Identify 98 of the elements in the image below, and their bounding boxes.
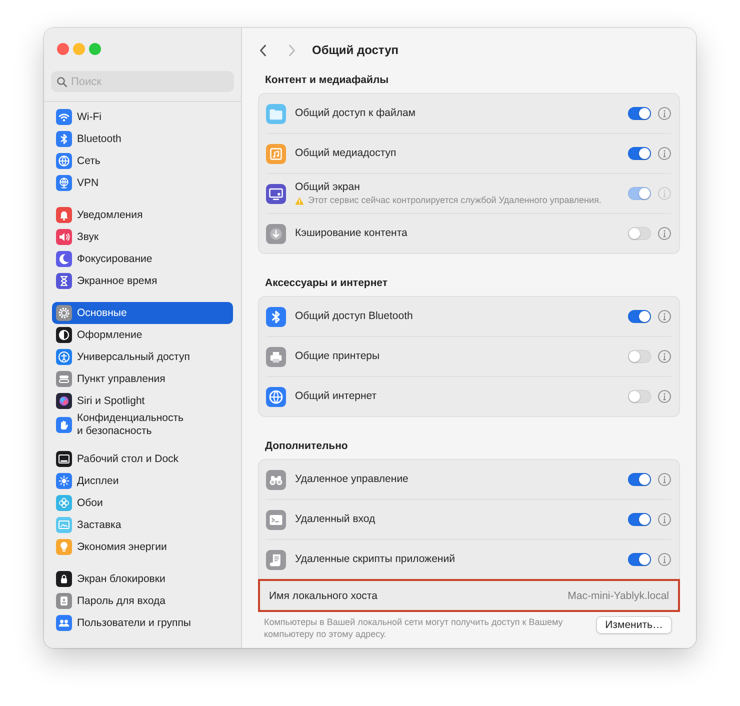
sidebar-item[interactable]: Пользователи и группы xyxy=(52,612,233,634)
sidebar-item[interactable]: Wi-Fi xyxy=(52,106,233,128)
sidebar-item[interactable]: Оформление xyxy=(52,324,233,346)
folder-icon xyxy=(266,104,286,124)
binoculars-icon xyxy=(266,470,286,490)
setting-label: Удаленные скрипты приложений xyxy=(295,553,456,566)
setting-label: Общий медиадоступ xyxy=(295,147,398,160)
sidebar-item[interactable]: Уведомления xyxy=(52,204,233,226)
section-title: Аксессуары и интернет xyxy=(264,276,389,291)
sidebar-item[interactable]: Фокусирование xyxy=(52,248,233,270)
orb-icon xyxy=(56,393,72,409)
hand-icon xyxy=(56,417,72,433)
bell-icon xyxy=(56,207,72,223)
globe-stand-icon xyxy=(56,175,72,191)
sidebar-item[interactable]: Bluetooth xyxy=(52,128,233,150)
info-icon[interactable] xyxy=(658,227,671,240)
flower-icon xyxy=(56,495,72,511)
settings-icon xyxy=(56,305,72,321)
toggle-switch[interactable] xyxy=(628,310,651,323)
hostname-value: Mac-mini-Yablyk.local xyxy=(568,590,669,602)
sidebar-item[interactable]: Сеть xyxy=(52,150,233,172)
toggle-switch[interactable] xyxy=(628,513,651,526)
picture-icon xyxy=(56,517,72,533)
download-icon xyxy=(266,224,286,244)
info-icon[interactable] xyxy=(658,350,671,363)
desktop-icon xyxy=(56,451,72,467)
bluetooth-icon xyxy=(266,306,286,326)
info-icon[interactable] xyxy=(658,390,671,403)
sidebar-item[interactable]: Пароль для входа xyxy=(52,590,233,612)
info-icon[interactable] xyxy=(658,553,671,566)
toggle-switch[interactable] xyxy=(628,147,651,160)
sidebar-item[interactable]: Пункт управления xyxy=(52,368,233,390)
close-icon[interactable] xyxy=(57,43,69,55)
setting-label: Общий доступ Bluetooth xyxy=(295,310,414,323)
info-icon[interactable] xyxy=(658,107,671,120)
monitor-icon xyxy=(266,184,286,204)
setting-label: Кэширование контента xyxy=(295,227,408,240)
hostname-description: Компьютеры в Вашей локальной сети могут получить доступ к Вашему компьютеру по этому адресу. xyxy=(264,616,564,640)
hourglass-icon xyxy=(56,273,72,289)
sidebar-item[interactable]: Конфиденциальность и безопасность xyxy=(52,412,233,438)
sidebar-item[interactable]: VPN xyxy=(52,172,233,194)
moon-icon xyxy=(56,251,72,267)
sidebar-item[interactable]: Дисплеи xyxy=(52,470,233,492)
setting-label: Общий экран xyxy=(295,181,361,194)
search-icon xyxy=(57,76,67,86)
terminal-icon xyxy=(266,510,286,530)
scroll-icon xyxy=(266,550,286,570)
toggle-switch[interactable] xyxy=(628,227,651,240)
info-icon[interactable] xyxy=(658,147,671,160)
users-icon xyxy=(56,615,72,631)
info-icon[interactable] xyxy=(658,473,671,486)
toggle-switch[interactable] xyxy=(628,390,651,403)
section-title: Контент и медиафайлы xyxy=(264,73,390,88)
toggles-icon xyxy=(56,371,72,387)
setting-label: Удаленный вход xyxy=(295,513,376,526)
lock-icon xyxy=(56,571,72,587)
toggle-switch[interactable] xyxy=(628,107,651,120)
music-note-icon xyxy=(266,144,286,164)
setting-label: Общий интернет xyxy=(295,390,378,403)
toggle-switch[interactable] xyxy=(628,350,651,363)
globe-icon xyxy=(56,153,72,169)
toggle-switch[interactable] xyxy=(628,473,651,486)
sidebar-item[interactable]: Заставка xyxy=(52,514,233,536)
setting-label: Общие принтеры xyxy=(295,350,381,363)
sidebar-item[interactable]: Рабочий стол и Dock xyxy=(52,448,233,470)
toggle-switch[interactable] xyxy=(628,553,651,566)
back-icon[interactable] xyxy=(259,44,267,56)
lightbulb-icon xyxy=(56,539,72,555)
info-icon[interactable] xyxy=(658,310,671,323)
globe-icon xyxy=(266,386,286,406)
accessibility-icon xyxy=(56,349,72,365)
info-icon[interactable] xyxy=(658,513,671,526)
section-title: Дополнительно xyxy=(264,439,349,454)
sidebar-item[interactable]: Экранное время xyxy=(52,270,233,292)
setting-label: Общий доступ к файлам xyxy=(295,107,417,120)
warning-icon xyxy=(295,196,304,204)
id-card-icon xyxy=(56,593,72,609)
sidebar-item[interactable]: Экономия энергии xyxy=(52,536,233,558)
search-field[interactable]: Поиск xyxy=(51,71,234,92)
speaker-icon xyxy=(56,229,72,245)
hostname-label: Имя локального хоста xyxy=(269,590,378,602)
change-button[interactable]: Изменить… xyxy=(596,616,672,634)
sidebar-item[interactable]: Обои xyxy=(52,492,233,514)
fullscreen-icon[interactable] xyxy=(89,43,101,55)
minimize-icon[interactable] xyxy=(73,43,85,55)
wifi-icon xyxy=(56,109,72,125)
sun-icon xyxy=(56,473,72,489)
sidebar-item[interactable]: Универсальный доступ xyxy=(52,346,233,368)
sidebar-item[interactable]: Звук xyxy=(52,226,233,248)
bluetooth-icon xyxy=(56,131,72,147)
sidebar-item[interactable]: Основные xyxy=(52,302,233,324)
sidebar-item[interactable]: Экран блокировки xyxy=(52,568,233,590)
setting-label: Удаленное управление xyxy=(295,473,410,486)
contrast-icon xyxy=(56,327,72,343)
sidebar-item[interactable]: Siri и Spotlight xyxy=(52,390,233,412)
printer-icon xyxy=(266,346,286,366)
page-title: Общий доступ xyxy=(312,43,399,57)
warning-note: Этот сервис сейчас контролируется службой Удаленного управления. xyxy=(308,195,602,206)
